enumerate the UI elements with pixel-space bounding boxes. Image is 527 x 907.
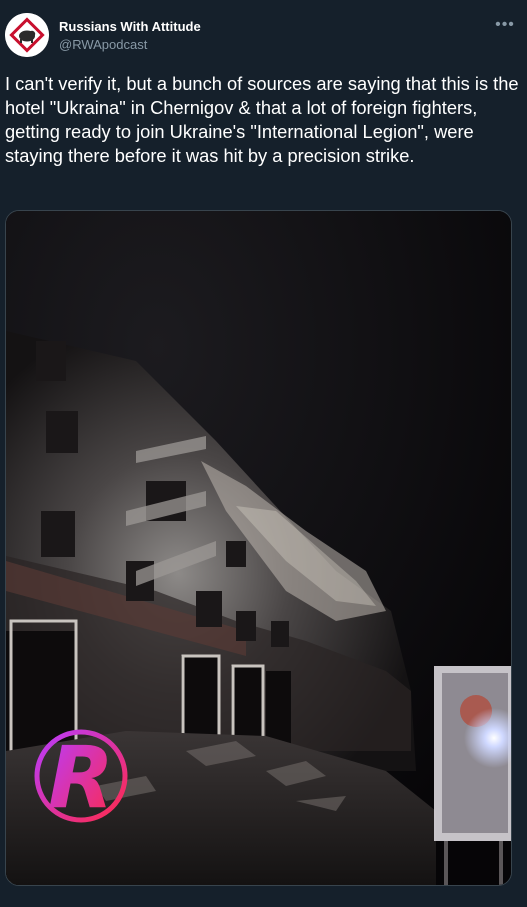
tweet: Russians With Attitude @RWApodcast ••• I…	[0, 0, 527, 907]
author-handle[interactable]: @RWApodcast	[59, 37, 147, 52]
tweet-photo[interactable]: R	[5, 210, 512, 886]
damaged-building-photo: R	[6, 211, 511, 885]
r-watermark-icon: R	[34, 728, 128, 828]
author-name[interactable]: Russians With Attitude	[59, 19, 201, 34]
more-options-icon[interactable]: •••	[494, 14, 516, 36]
author-avatar[interactable]	[5, 13, 49, 57]
r-watermark-letter: R	[48, 728, 114, 828]
rwa-logo-avatar-icon	[5, 13, 49, 57]
tweet-text: I can't verify it, but a bunch of source…	[5, 73, 519, 166]
